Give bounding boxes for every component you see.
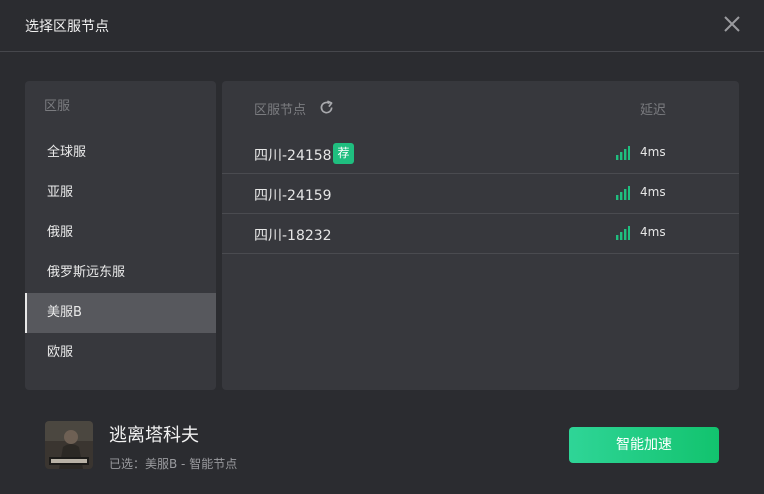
region-item-russia-far-east[interactable]: 俄罗斯远东服 xyxy=(25,253,216,293)
signal-icon xyxy=(616,146,630,160)
region-item-global[interactable]: 全球服 xyxy=(25,133,216,173)
region-item-asia[interactable]: 亚服 xyxy=(25,173,216,213)
node-row[interactable]: 四川-24159 4ms xyxy=(222,173,739,214)
recommended-badge: 荐 xyxy=(333,143,354,164)
region-header: 区服 xyxy=(44,99,71,114)
smart-accelerate-button[interactable]: 智能加速 xyxy=(569,427,719,463)
node-latency: 4ms xyxy=(640,225,666,239)
node-latency: 4ms xyxy=(640,145,666,159)
title-bar: 选择区服节点 xyxy=(0,0,764,52)
close-icon[interactable] xyxy=(722,14,742,34)
node-name: 四川-24159 xyxy=(254,188,332,204)
region-panel: 区服 全球服 亚服 俄服 俄罗斯远东服 美服B 欧服 xyxy=(25,81,216,390)
refresh-icon[interactable] xyxy=(318,99,335,116)
signal-icon xyxy=(616,226,630,240)
selected-summary: 已选：美服B - 智能节点 xyxy=(109,457,238,471)
region-item-russia[interactable]: 俄服 xyxy=(25,213,216,253)
node-row[interactable]: 四川-18232 4ms xyxy=(222,213,739,254)
node-name: 四川-18232 xyxy=(254,228,332,244)
game-title: 逃离塔科夫 xyxy=(109,425,199,446)
region-item-us-b[interactable]: 美服B xyxy=(25,293,216,333)
node-latency: 4ms xyxy=(640,185,666,199)
node-row[interactable]: 四川-24158 荐 4ms xyxy=(222,133,739,174)
node-panel: 区服节点 延迟 四川-24158 荐 4ms 四川-24159 4ms 四川-1… xyxy=(222,81,739,390)
region-item-europe[interactable]: 欧服 xyxy=(25,333,216,373)
signal-icon xyxy=(616,186,630,200)
latency-column-header: 延迟 xyxy=(640,103,667,118)
game-cover-icon xyxy=(45,421,93,469)
dialog-title: 选择区服节点 xyxy=(25,19,109,35)
node-column-header: 区服节点 xyxy=(254,103,307,118)
node-name: 四川-24158 xyxy=(254,148,332,164)
